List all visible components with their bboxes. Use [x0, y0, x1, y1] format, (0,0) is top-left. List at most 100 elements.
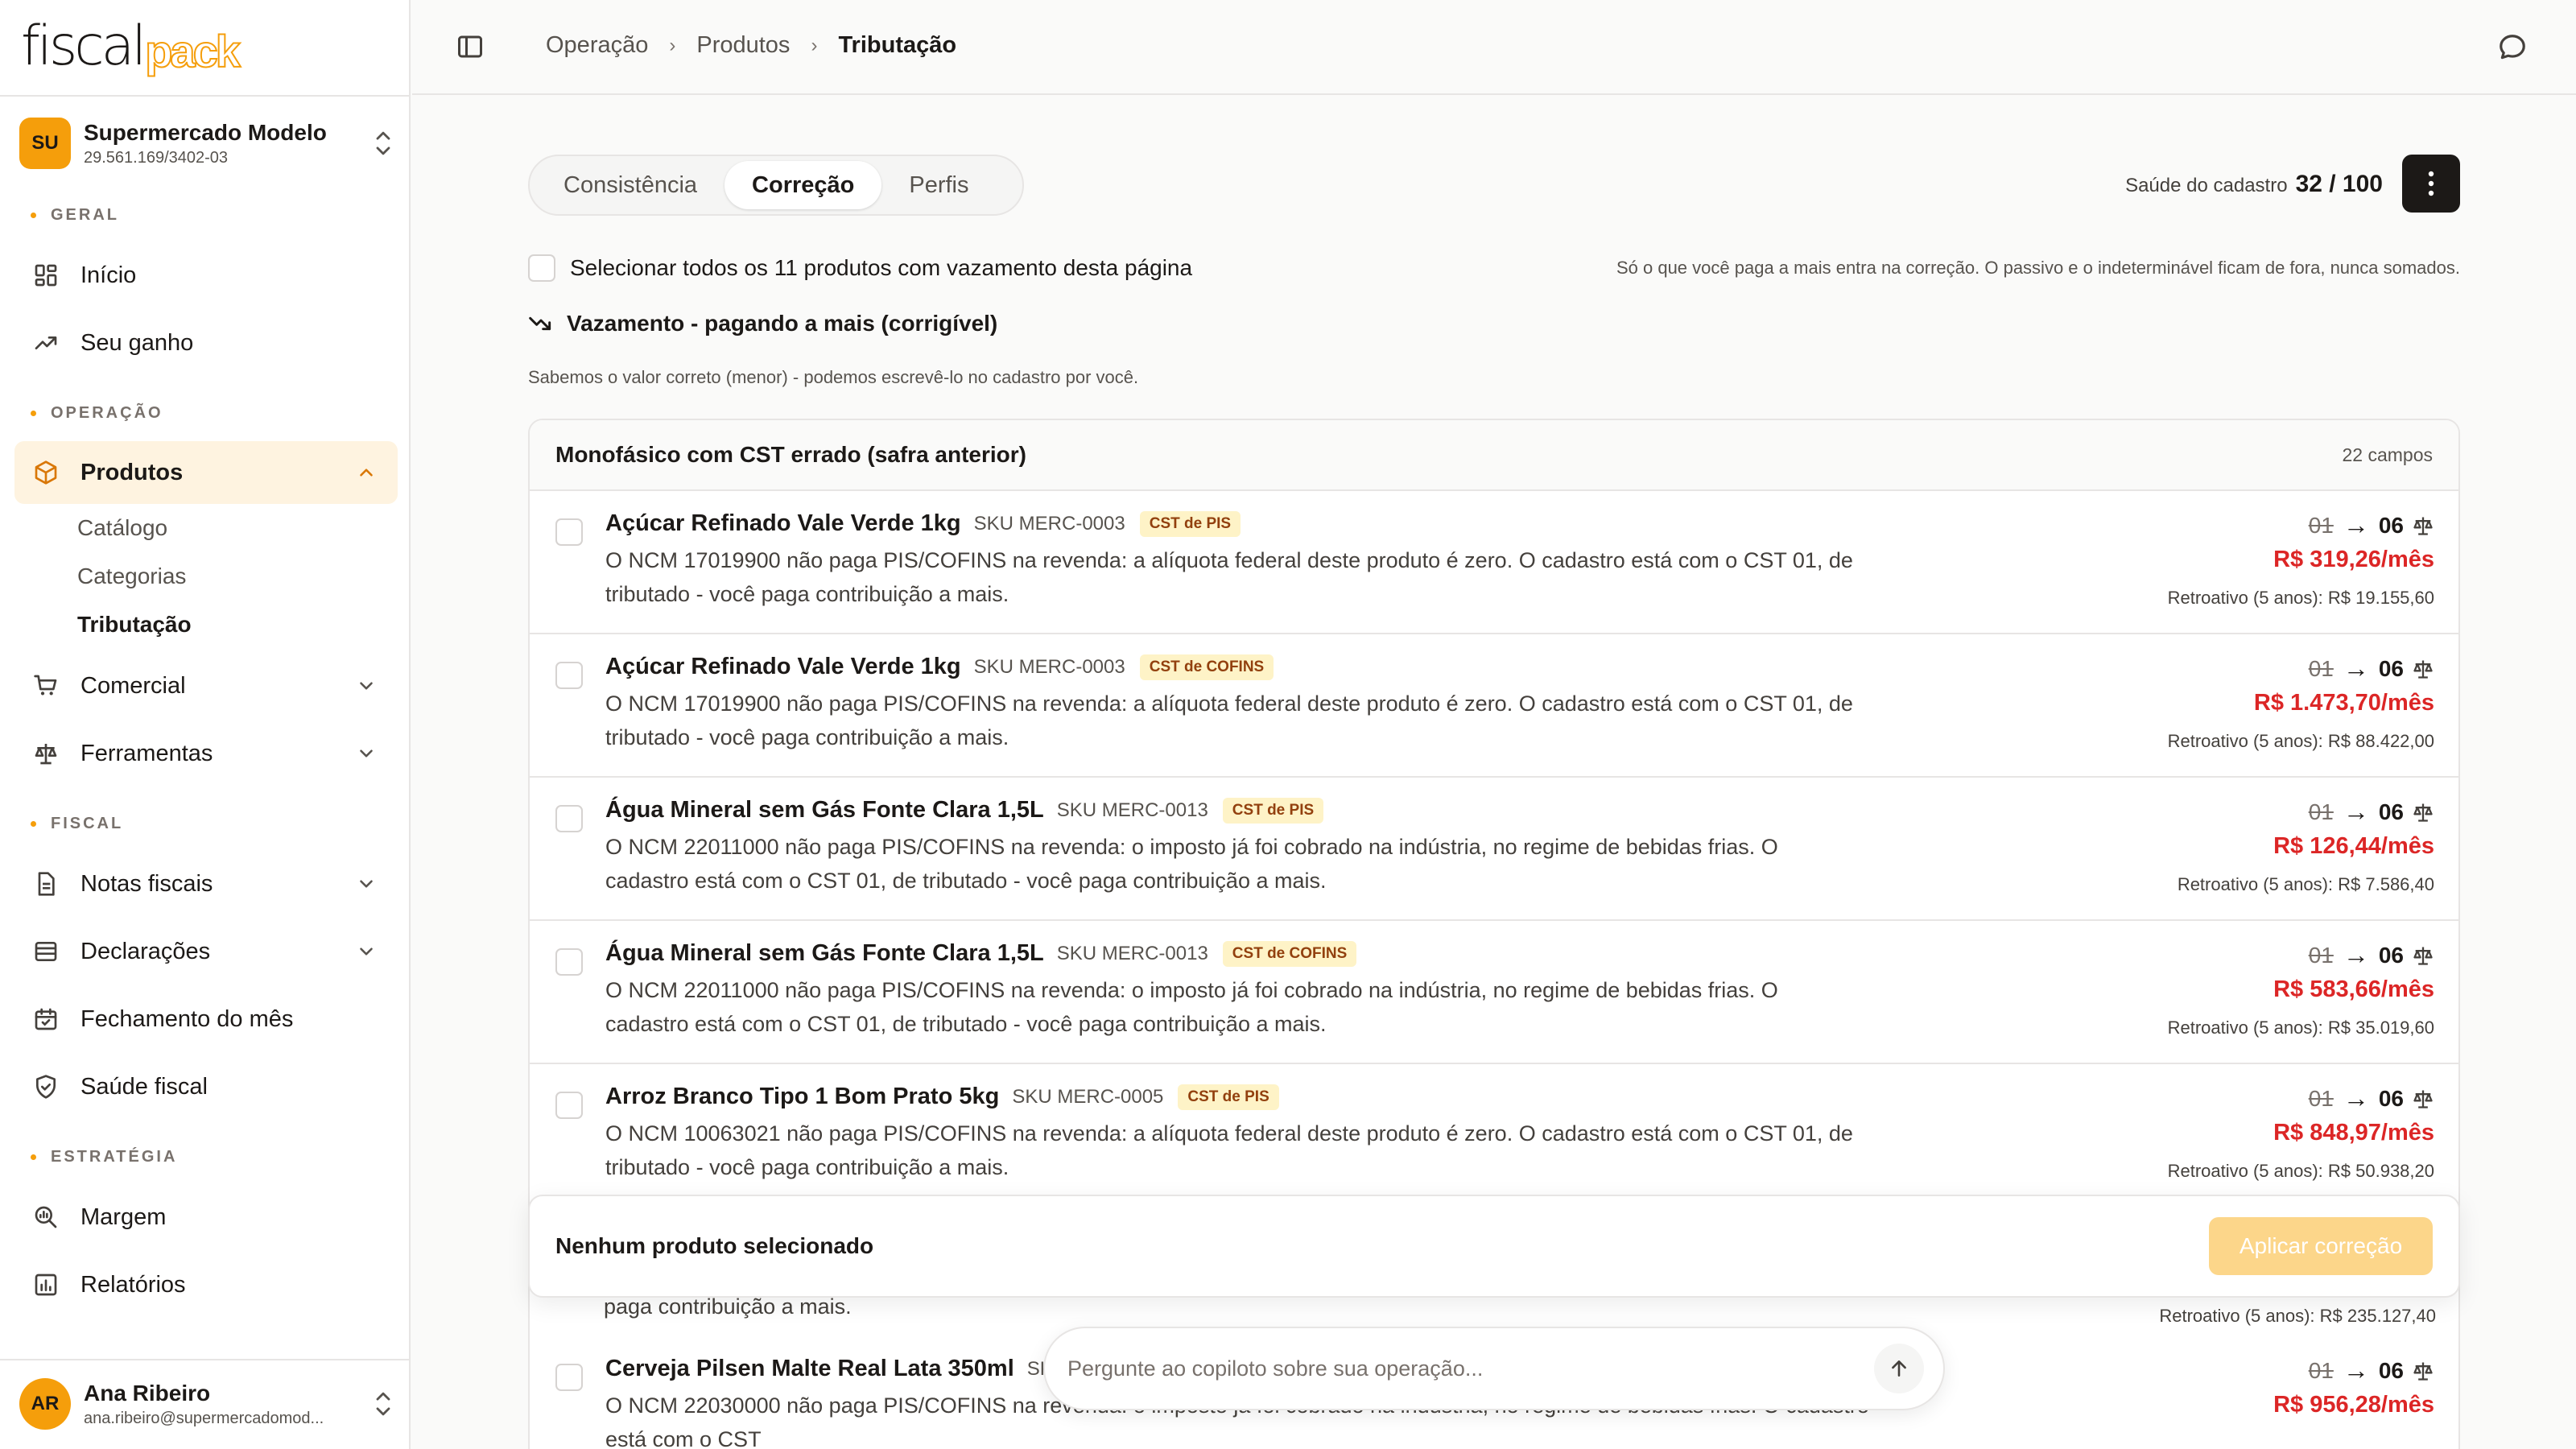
more-options-button[interactable]	[2402, 155, 2460, 213]
chevron-down-icon	[360, 947, 373, 956]
monthly-amount: R$ 583,66/mês	[2273, 976, 2434, 1002]
sub-item-categorias[interactable]: Categorias	[77, 564, 186, 589]
leak-section-title[interactable]: Vazamento - pagando a mais (corrigível)	[528, 311, 997, 336]
select-all-checkbox[interactable]	[528, 254, 555, 282]
cst-old: 01	[2308, 655, 2334, 681]
arrow-right-icon: →	[2343, 1084, 2369, 1113]
hidden-row-desc: paga contribuição a mais.	[604, 1294, 852, 1319]
cst-change: 01 → 06	[2178, 797, 2434, 827]
table-row[interactable]: Água Mineral sem Gás Fonte Clara 1,5L SKU…	[530, 921, 2458, 1064]
row-checkbox[interactable]	[555, 805, 583, 832]
nav-item-fechamento[interactable]: Fechamento do mês	[14, 988, 398, 1051]
chevron-right-icon: ›	[669, 34, 676, 56]
chevron-updown-icon	[376, 131, 390, 155]
issue-group-header: Monofásico com CST errado (safra anterio…	[530, 420, 2458, 491]
nav-item-declaracoes[interactable]: Declarações	[14, 920, 398, 983]
chevron-right-icon: ›	[811, 34, 818, 56]
arrow-right-icon: →	[2343, 510, 2369, 539]
breadcrumb: Operação › Produtos › Tributação	[546, 32, 956, 59]
scale-icon	[2413, 803, 2433, 822]
cst-new: 06	[2378, 942, 2404, 968]
brand-logo[interactable]: fiscal pack	[21, 16, 242, 77]
tab-perfis[interactable]: Perfis	[881, 161, 996, 209]
leak-description: Sabemos o valor correto (menor) - podemo…	[528, 367, 1139, 387]
org-avatar: SU	[19, 118, 71, 169]
copilot-input[interactable]	[1067, 1356, 1874, 1381]
issue-group-title: Monofásico com CST errado (safra anterio…	[555, 442, 1027, 467]
sidebar: fiscal pack SU Supermercado Modelo 29.56…	[0, 0, 411, 1449]
field-tag: CST de COFINS	[1139, 654, 1274, 680]
nav-item-ferramentas[interactable]: Ferramentas	[14, 722, 398, 785]
breadcrumb-item[interactable]: Produtos	[696, 32, 790, 59]
product-name: Água Mineral sem Gás Fonte Clara 1,5L	[605, 940, 1044, 966]
nav-item-comercial[interactable]: Comercial	[14, 654, 398, 717]
apply-correction-button[interactable]: Aplicar correção	[2209, 1217, 2433, 1275]
cst-change: 01 → 06	[2168, 510, 2434, 540]
row-checkbox[interactable]	[555, 1092, 583, 1119]
sub-item-catalogo[interactable]: Catálogo	[77, 515, 167, 541]
health-score: Saúde do cadastro 32 / 100	[2125, 171, 2383, 198]
nav-item-saude-fiscal[interactable]: Saúde fiscal	[14, 1055, 398, 1118]
breadcrumb-item[interactable]: Operação	[546, 32, 648, 59]
send-button[interactable]	[1874, 1344, 1924, 1393]
cst-new: 06	[2378, 1357, 2404, 1383]
retroactive-amount: Retroativo (5 anos): R$ 7.586,40	[2177, 874, 2434, 894]
bar-chart-icon	[32, 1271, 60, 1298]
section-label-operacao: OPERAÇÃO	[31, 404, 163, 423]
sidebar-divider	[0, 1359, 411, 1360]
scale-icon	[2413, 660, 2433, 679]
cst-change: 01 → 06	[2168, 654, 2434, 683]
retroactive-amount: Retroativo (5 anos): R$ 35.019,60	[2167, 1018, 2434, 1038]
tab-consistencia[interactable]: Consistência	[536, 161, 724, 209]
search-chart-icon	[32, 1203, 60, 1231]
nav-item-label: Produtos	[80, 459, 184, 485]
nav-item-label: Fechamento do mês	[80, 1005, 294, 1032]
cst-old: 01	[2308, 1085, 2334, 1111]
table-row[interactable]: Arroz Branco Tipo 1 Bom Prato 5kg SKU MER…	[530, 1064, 2458, 1208]
row-checkbox[interactable]	[555, 518, 583, 546]
row-checkbox[interactable]	[555, 948, 583, 976]
user-menu[interactable]: AR Ana Ribeiro ana.ribeiro@supermercadom…	[19, 1373, 394, 1435]
chevron-down-icon	[360, 880, 373, 888]
nav-item-label: Comercial	[80, 672, 186, 699]
nav-item-relatorios[interactable]: Relatórios	[14, 1253, 398, 1316]
table-row[interactable]: Açúcar Refinado Vale Verde 1kg SKU MERC-0…	[530, 634, 2458, 778]
arrow-right-icon: →	[2343, 797, 2369, 826]
cst-new: 06	[2378, 655, 2404, 681]
row-description: O NCM 22011000 não paga PIS/COFINS na re…	[605, 835, 1778, 893]
table-row[interactable]: Água Mineral sem Gás Fonte Clara 1,5L SKU…	[530, 778, 2458, 921]
nav-item-inicio[interactable]: Início	[14, 244, 398, 307]
org-name: Supermercado Modelo	[84, 119, 327, 145]
nav-item-notas-fiscais[interactable]: Notas fiscais	[14, 852, 398, 915]
tab-correcao[interactable]: Correção	[724, 161, 882, 209]
monthly-amount: R$ 956,28/mês	[2273, 1392, 2434, 1418]
chevron-updown-icon	[376, 1392, 390, 1416]
row-checkbox[interactable]	[555, 662, 583, 689]
product-sku: SKU MERC-0003	[973, 512, 1125, 535]
sub-item-tributacao[interactable]: Tributação	[77, 612, 192, 638]
retroactive-amount: Retroativo (5 anos): R$ 50.938,20	[2167, 1161, 2434, 1181]
nav-item-label: Ferramentas	[80, 740, 213, 766]
hidden-row-retro: Retroativo (5 anos): R$ 235.127,40	[2159, 1306, 2436, 1326]
field-tag: CST de COFINS	[1222, 940, 1357, 967]
table-row[interactable]: Açúcar Refinado Vale Verde 1kg SKU MERC-0…	[530, 491, 2458, 634]
cst-old: 01	[2308, 942, 2334, 968]
nav-item-produtos[interactable]: Produtos	[14, 441, 398, 504]
monthly-amount: R$ 126,44/mês	[2273, 833, 2434, 859]
select-all[interactable]: Selecionar todos os 11 produtos com vaza…	[528, 254, 1192, 282]
shield-check-icon	[32, 1073, 60, 1100]
nav-item-margem[interactable]: Margem	[14, 1186, 398, 1249]
row-checkbox[interactable]	[555, 1364, 583, 1391]
selection-bar: Nenhum produto selecionado Aplicar corre…	[528, 1195, 2460, 1298]
select-all-label: Selecionar todos os 11 produtos com vaza…	[570, 255, 1193, 280]
chat-bubble-icon[interactable]	[2497, 32, 2528, 63]
nav-item-seu-ganho[interactable]: Seu ganho	[14, 312, 398, 374]
cst-change: 01 → 06	[2168, 1084, 2434, 1113]
brand-logo-part2: pack	[144, 26, 242, 76]
trending-up-icon	[32, 329, 60, 357]
product-sku: SKU MERC-0005	[1012, 1085, 1164, 1108]
sidebar-toggle-icon[interactable]	[456, 32, 485, 61]
org-switcher[interactable]: SU Supermercado Modelo 29.561.169/3402-0…	[19, 113, 394, 174]
health-value: 32 / 100	[2295, 171, 2383, 197]
chevron-up-icon	[360, 469, 373, 477]
